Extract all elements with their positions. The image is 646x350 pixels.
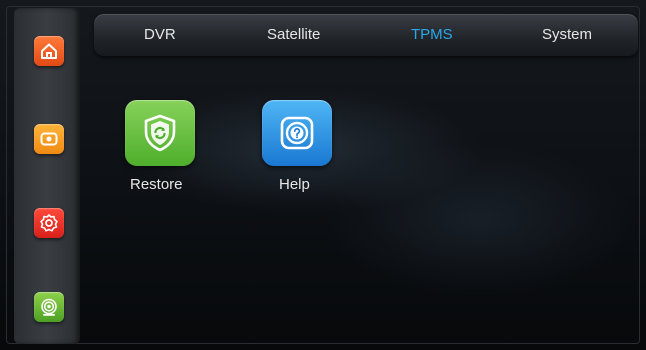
video-icon xyxy=(40,132,58,146)
restore-button[interactable] xyxy=(125,100,195,166)
tab-bar: DVR Satellite TPMS System xyxy=(94,14,638,56)
sidebar xyxy=(14,8,80,344)
help-icon xyxy=(280,116,314,150)
tab-satellite[interactable]: Satellite xyxy=(267,26,320,43)
help-label: Help xyxy=(279,176,310,193)
gear-icon xyxy=(40,214,58,232)
tab-tpms[interactable]: TPMS xyxy=(411,26,453,43)
sidebar-settings-button[interactable] xyxy=(34,208,64,238)
signal-icon xyxy=(41,298,57,316)
restore-label: Restore xyxy=(130,176,183,193)
help-button[interactable] xyxy=(262,100,332,166)
sidebar-signal-button[interactable] xyxy=(34,292,64,322)
home-icon xyxy=(41,43,57,59)
sidebar-home-button[interactable] xyxy=(34,36,64,66)
sidebar-video-button[interactable] xyxy=(34,124,64,154)
tab-system[interactable]: System xyxy=(542,26,592,43)
tab-dvr[interactable]: DVR xyxy=(144,26,176,43)
shield-icon xyxy=(144,114,176,152)
